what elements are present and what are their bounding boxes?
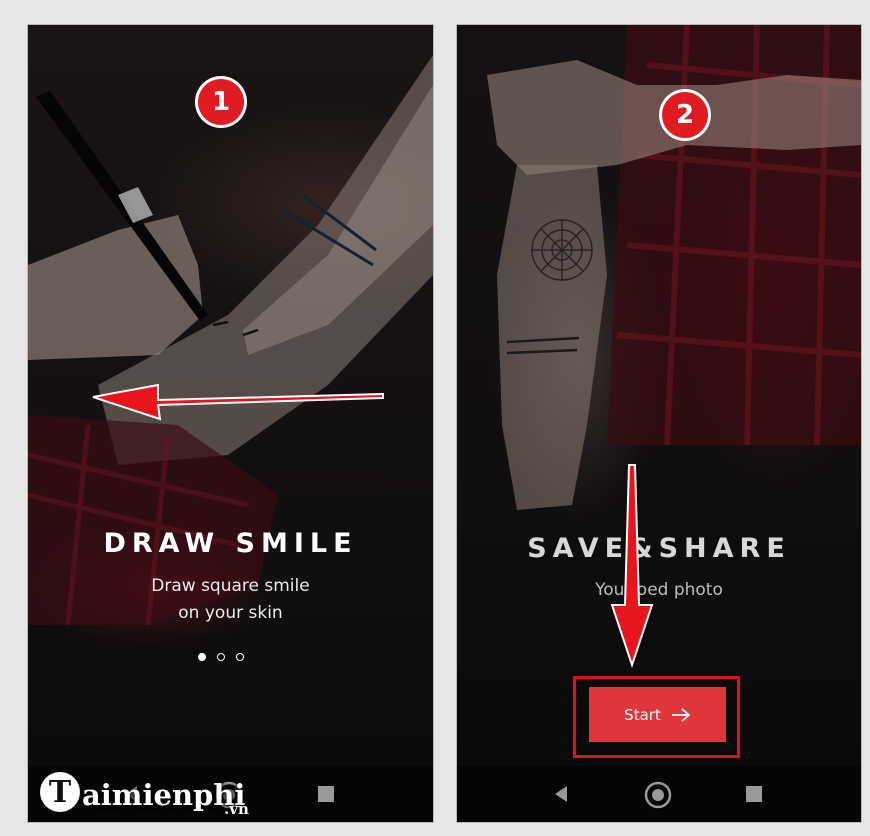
back-icon[interactable] [553,785,569,803]
watermark-text: aimienphi [82,778,246,812]
page-indicator [198,653,244,661]
onboarding-screen-save-share[interactable]: 2 SAVE&SHARE Your oed photo Start [457,25,861,822]
android-nav-bar [457,766,861,822]
step-badge-2: 2 [662,92,708,138]
slide-subtitle: Your oed photo [595,580,723,600]
slide-subtitle-line2: on your skin [178,603,283,623]
start-button-label: Start [624,705,661,724]
watermark-logo: T aimienphi .vn [40,762,249,818]
slide-subtitle-line1: Draw square smile [151,576,310,596]
watermark-logo-mark: T [40,772,80,812]
arrow-right-icon [671,707,691,722]
slide-title: SAVE&SHARE [527,533,791,564]
recents-icon[interactable] [318,786,334,802]
watermark-domain: .vn [224,800,249,818]
slide-title: DRAW SMILE [103,528,358,559]
step-badge-1: 1 [198,79,244,125]
recents-icon[interactable] [746,786,762,802]
page-dot-3[interactable] [236,653,244,661]
page-dot-2[interactable] [217,653,225,661]
start-button[interactable]: Start [589,687,726,742]
home-icon[interactable] [643,780,673,810]
onboarding-screen-draw-smile[interactable]: 1 DRAW SMILE Draw square smile on your s… [28,25,433,822]
page-dot-1[interactable] [198,653,206,661]
background-photo [28,25,433,822]
